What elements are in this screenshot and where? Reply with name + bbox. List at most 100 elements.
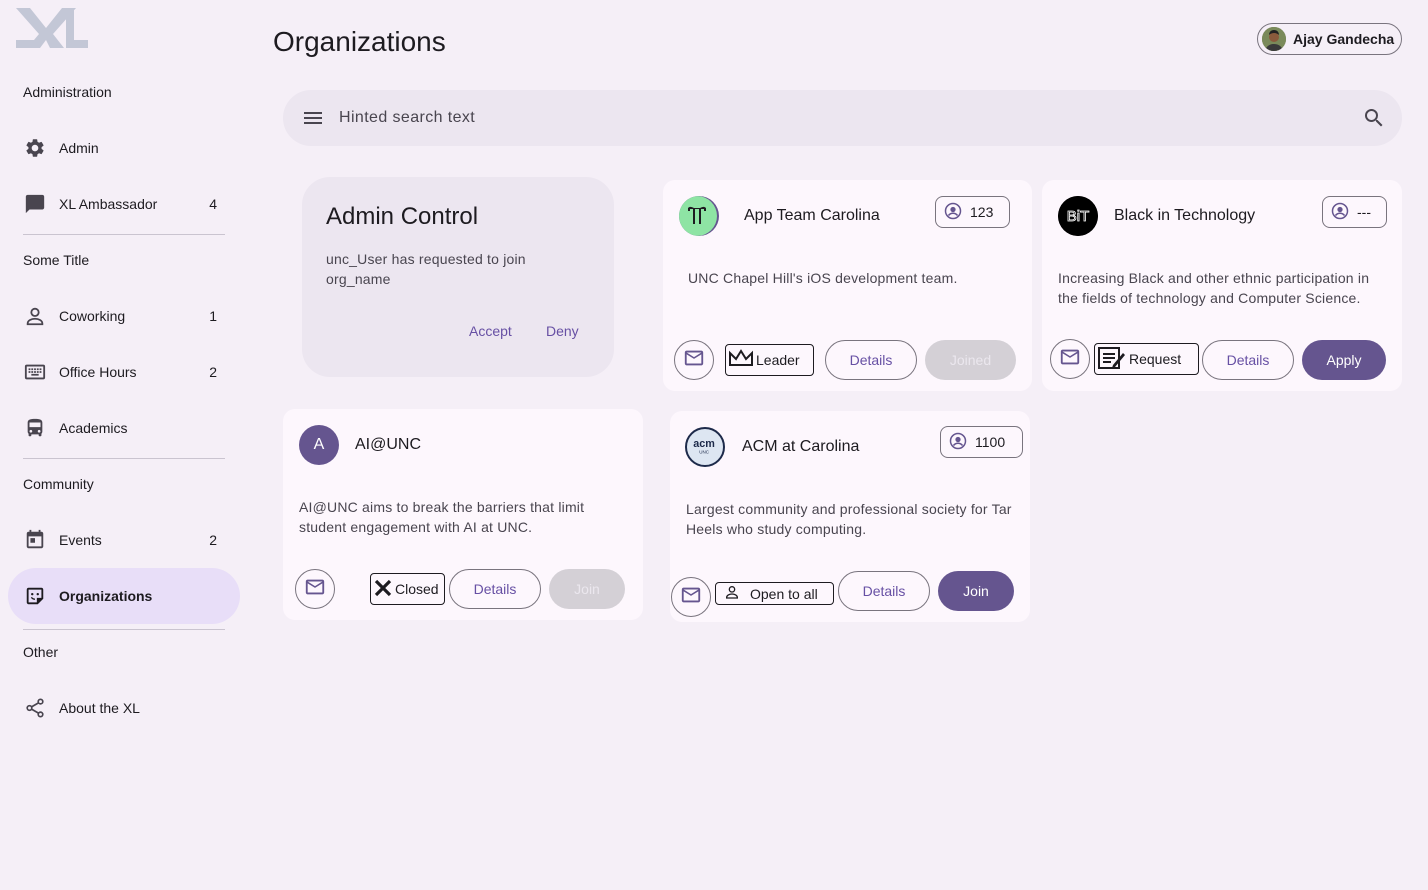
- joined-button[interactable]: Joined: [925, 340, 1016, 380]
- sidebar-item-badge: 2: [209, 364, 217, 380]
- org-description: Increasing Black and other ethnic partic…: [1058, 270, 1370, 306]
- section-title-some-title: Some Title: [23, 252, 90, 268]
- org-description: UNC Chapel Hill's iOS development team.: [688, 270, 958, 286]
- user-profile-chip[interactable]: Ajay Gandecha: [1257, 23, 1402, 55]
- member-count-chip: 123: [935, 196, 1010, 228]
- sidebar-item-organizations[interactable]: Organizations: [8, 568, 240, 624]
- org-avatar: BiT: [1058, 196, 1098, 236]
- section-title-community: Community: [23, 476, 94, 492]
- mail-icon: [680, 584, 702, 611]
- sidebar-item-badge: 1: [209, 308, 217, 324]
- sidebar-item-label: About the XL: [59, 700, 140, 716]
- org-card-black-in-technology: BiT Black in Technology --- Increasing B…: [1042, 180, 1402, 391]
- gear-icon: [23, 136, 47, 160]
- mail-icon: [304, 576, 326, 603]
- sidebar-item-xl-ambassador[interactable]: XL Ambassador 4: [8, 176, 240, 232]
- mail-icon: [683, 347, 705, 374]
- sidebar-item-admin[interactable]: Admin: [8, 120, 240, 176]
- page-title: Organizations: [273, 26, 446, 57]
- closed-chip: Closed: [370, 573, 445, 605]
- section-title-other: Other: [23, 644, 59, 660]
- sidebar-item-coworking[interactable]: Coworking 1: [8, 288, 240, 344]
- edit-note-icon: [1097, 345, 1127, 374]
- open-to-all-chip: Open to all: [715, 582, 834, 605]
- user-name: Ajay Gandecha: [1293, 31, 1395, 47]
- close-icon: [373, 578, 393, 601]
- search-bar: [283, 90, 1402, 146]
- sidebar-divider: [23, 458, 225, 459]
- mail-icon: [1059, 346, 1081, 373]
- calendar-icon: [23, 528, 47, 552]
- sidebar-item-label: Office Hours: [59, 364, 137, 380]
- join-button[interactable]: Join: [549, 569, 625, 609]
- status-label: Leader: [756, 352, 800, 368]
- account-circle-icon: [949, 432, 967, 453]
- request-chip[interactable]: Request: [1094, 343, 1199, 375]
- sidebar-item-label: XL Ambassador: [59, 196, 158, 212]
- org-name: ACM at Carolina: [742, 438, 860, 455]
- org-name: App Team Carolina: [744, 207, 880, 224]
- org-avatar: A: [299, 425, 339, 465]
- search-icon[interactable]: [1362, 106, 1386, 130]
- apply-button[interactable]: Apply: [1302, 340, 1386, 380]
- account-circle-icon: [1331, 202, 1349, 223]
- admin-card-body: unc_User has requested to join org_name: [326, 251, 526, 287]
- sidebar-item-events[interactable]: Events 2: [8, 512, 240, 568]
- mail-button[interactable]: [1050, 339, 1090, 379]
- sidebar-item-about[interactable]: About the XL: [8, 680, 240, 736]
- org-avatar: acm UNC: [685, 427, 725, 467]
- org-card-app-team-carolina: App Team Carolina 123 UNC Chapel Hill's …: [663, 180, 1032, 391]
- sidebar-item-badge: 2: [209, 532, 217, 548]
- mail-button[interactable]: [674, 340, 714, 380]
- member-count-chip: 1100: [940, 426, 1023, 458]
- sidebar-divider: [23, 629, 225, 630]
- acm-logo-sub: UNC: [699, 449, 709, 454]
- person-icon: [23, 304, 47, 328]
- org-name: AI@UNC: [355, 436, 422, 453]
- leader-chip: Leader: [725, 344, 814, 376]
- svg-text:BiT: BiT: [1067, 208, 1090, 225]
- member-count: 123: [970, 204, 994, 220]
- join-button[interactable]: Join: [938, 571, 1014, 611]
- org-description: AI@UNC aims to break the barriers that l…: [299, 499, 585, 535]
- admin-card-title: Admin Control: [326, 203, 479, 230]
- share-icon: [23, 696, 47, 720]
- org-avatar: [679, 196, 719, 236]
- account-circle-icon: [944, 202, 962, 223]
- details-button[interactable]: Details: [825, 340, 917, 380]
- member-count: ---: [1357, 204, 1371, 220]
- accept-button[interactable]: Accept: [469, 323, 512, 339]
- deny-button[interactable]: Deny: [546, 323, 579, 339]
- status-label: Closed: [395, 581, 439, 597]
- org-card-ai-unc: A AI@UNC AI@UNC aims to break the barrie…: [283, 409, 643, 620]
- mail-button[interactable]: [295, 569, 335, 609]
- chat-icon: [23, 192, 47, 216]
- sidebar-item-label: Coworking: [59, 308, 126, 324]
- sidebar-item-label: Admin: [59, 140, 99, 156]
- menu-icon[interactable]: [301, 106, 325, 130]
- sidebar-item-academics[interactable]: Academics: [8, 400, 240, 456]
- sidebar-item-label: Events: [59, 532, 102, 548]
- sidebar-item-label: Academics: [59, 420, 128, 436]
- member-count: 1100: [975, 434, 1006, 450]
- sidebar-item-office-hours[interactable]: Office Hours 2: [8, 344, 240, 400]
- org-description: Largest community and professional socie…: [686, 501, 1012, 537]
- person-icon: [724, 584, 740, 603]
- keyboard-icon: [23, 360, 47, 384]
- details-button[interactable]: Details: [838, 571, 930, 611]
- org-card-acm-at-carolina: acm UNC ACM at Carolina 1100 Largest com…: [670, 411, 1030, 622]
- sticky-note-icon: [23, 584, 47, 608]
- status-label: Open to all: [750, 585, 818, 602]
- details-button[interactable]: Details: [449, 569, 541, 609]
- acm-logo-text: acm: [693, 438, 715, 450]
- xl-logo: XL: [16, 8, 90, 50]
- sidebar-divider: [23, 234, 225, 235]
- bus-icon: [23, 416, 47, 440]
- details-button[interactable]: Details: [1202, 340, 1294, 380]
- admin-control-card: Admin Control unc_User has requested to …: [302, 177, 614, 377]
- member-count-chip: ---: [1322, 196, 1387, 228]
- sidebar-item-badge: 4: [209, 196, 217, 212]
- sidebar-item-label: Organizations: [59, 588, 153, 604]
- search-input[interactable]: [339, 106, 1339, 130]
- mail-button[interactable]: [671, 577, 711, 617]
